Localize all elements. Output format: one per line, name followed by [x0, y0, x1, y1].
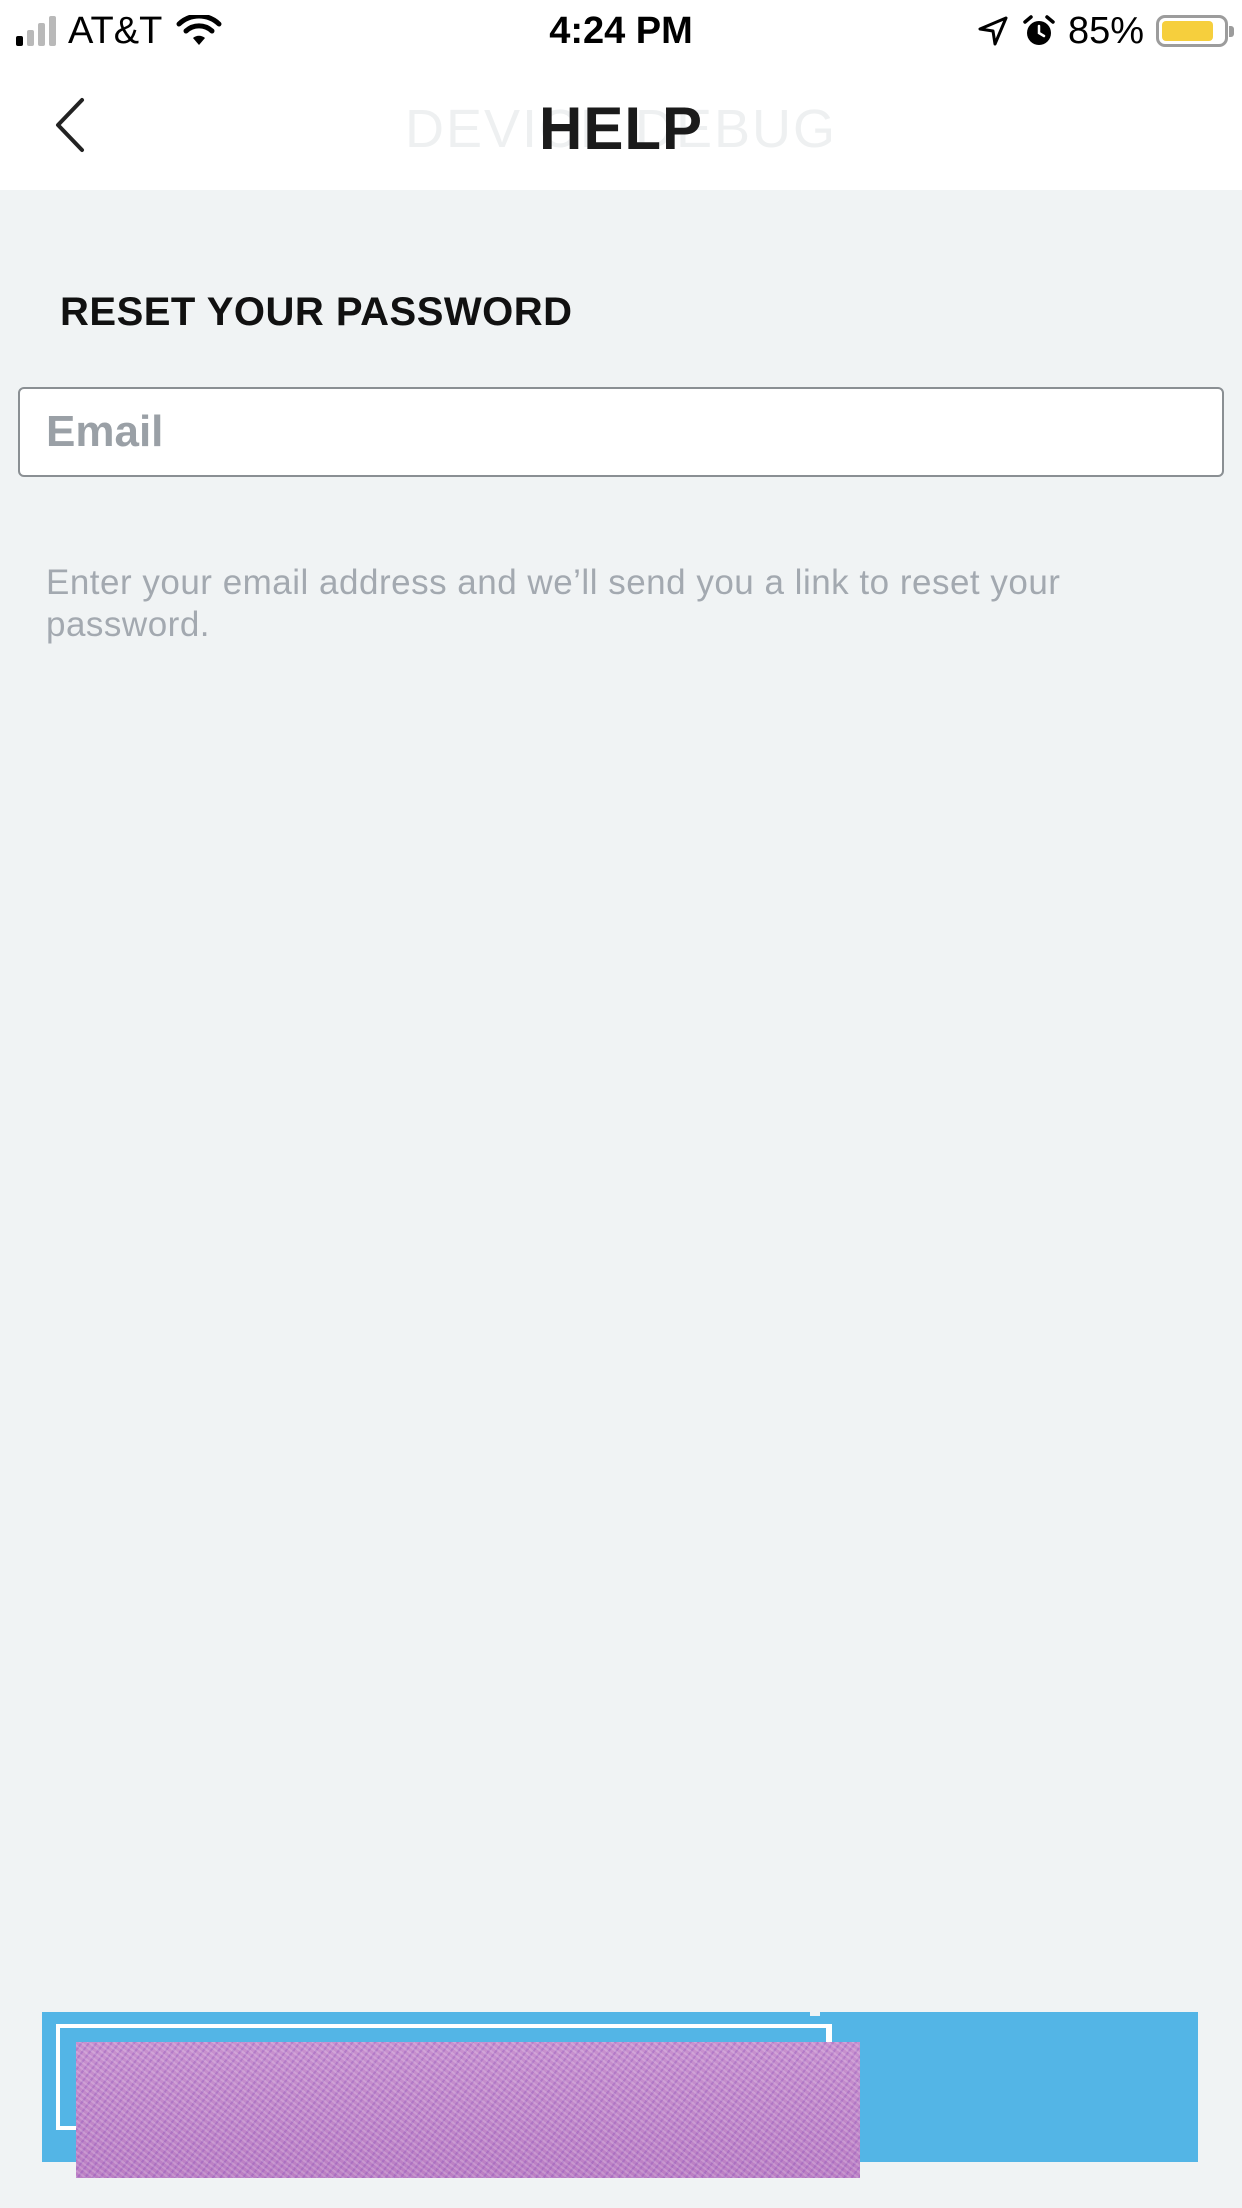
alarm-clock-icon: [1023, 15, 1055, 45]
reset-password-heading: RESET YOUR PASSWORD: [60, 290, 573, 334]
status-bar: AT&T 4:24 PM 85%: [0, 0, 1242, 62]
email-field[interactable]: [18, 387, 1224, 477]
page-title: HELP: [538, 95, 704, 162]
helper-text: Enter your email address and we’ll send …: [46, 563, 1061, 644]
location-arrow-icon: [978, 16, 1008, 46]
navigation-bar: DEVICE DEBUG HELP: [0, 62, 1242, 190]
redacted-button-label: [76, 2042, 860, 2178]
send-reset-link-button[interactable]: [42, 2008, 1198, 2178]
battery-icon: [1156, 15, 1234, 47]
battery-percent: 85%: [1067, 9, 1144, 52]
battery-level: [1162, 21, 1213, 41]
status-right: 85%: [976, 8, 1234, 54]
